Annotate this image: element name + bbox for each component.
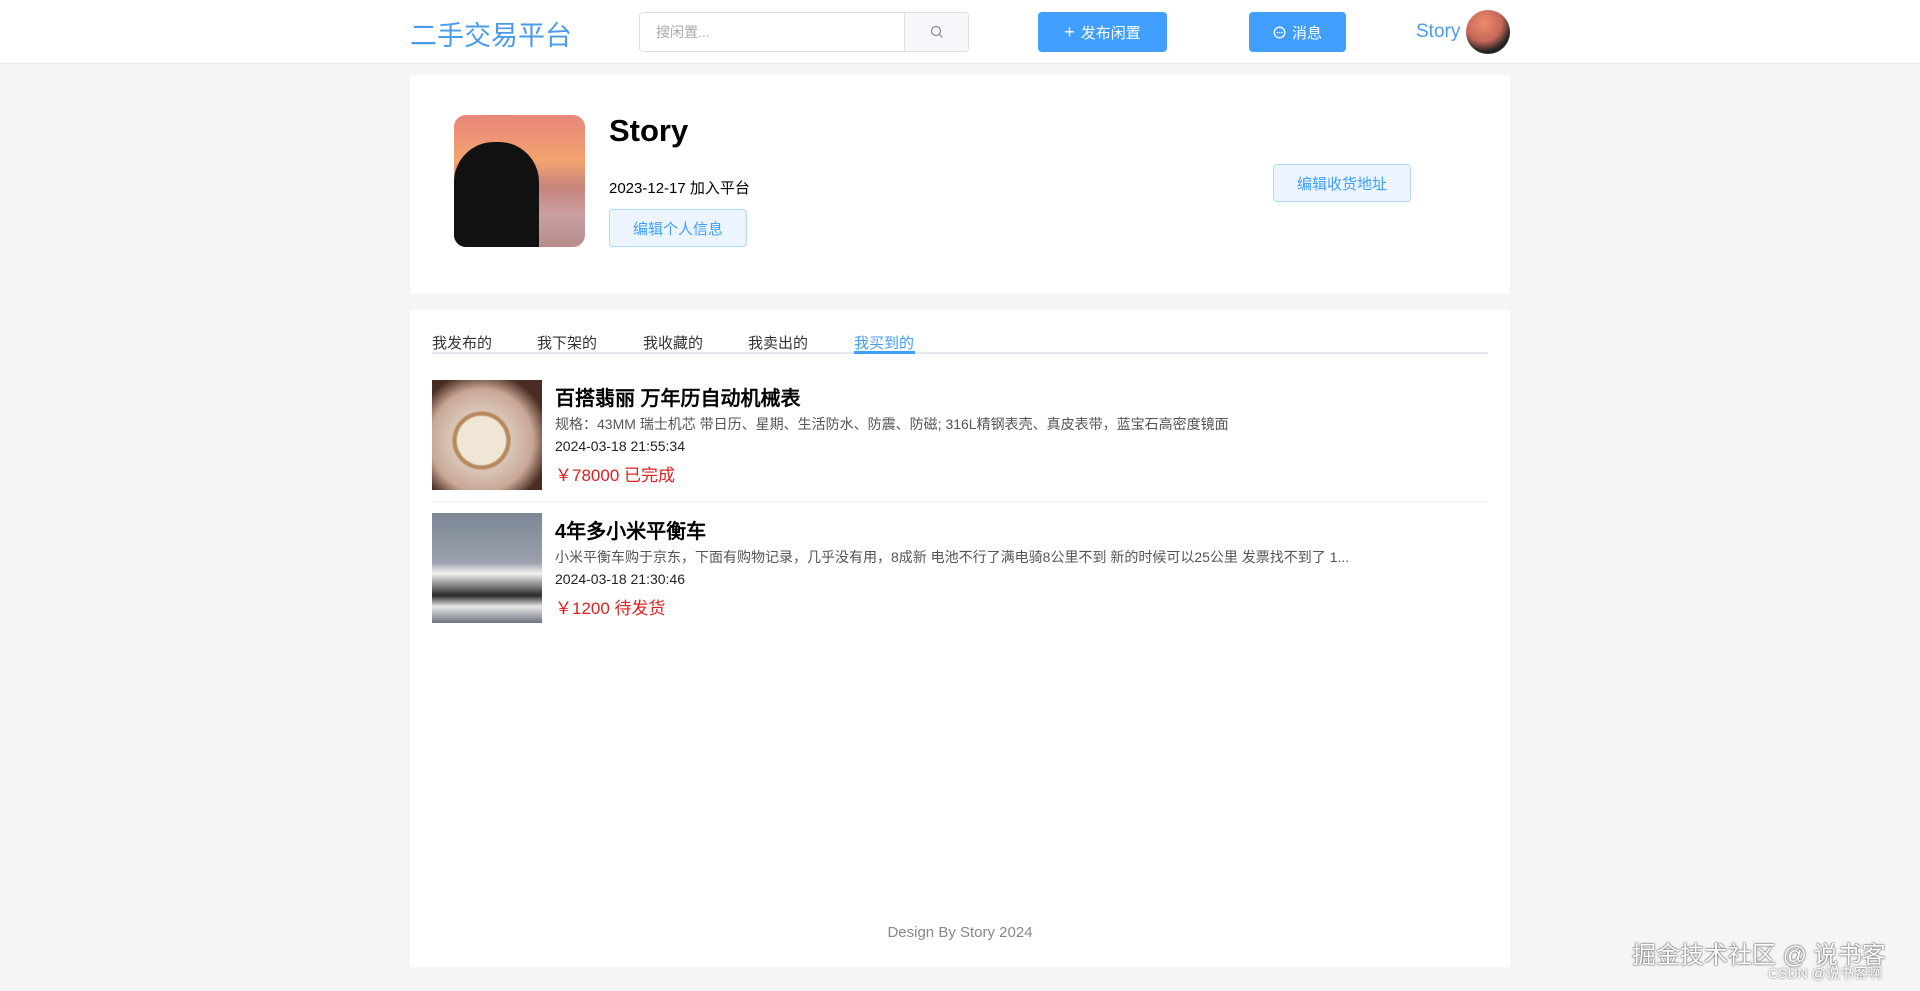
item-title: 百搭翡丽 万年历自动机械表	[555, 382, 801, 411]
item-image	[432, 513, 542, 623]
item-divider	[432, 501, 1488, 502]
publish-label: 发布闲置	[1081, 22, 1141, 43]
publish-button[interactable]: + 发布闲置	[1038, 12, 1167, 52]
tab-removed[interactable]: 我下架的	[537, 332, 597, 353]
profile-card: Story 2023-12-17 加入平台 编辑个人信息 编辑收货地址	[410, 75, 1510, 294]
user-avatar[interactable]	[1466, 10, 1510, 54]
top-header: 二手交易平台 + 发布闲置 消息 Story	[0, 0, 1920, 64]
search-input[interactable]	[640, 13, 904, 51]
join-date: 2023-12-17 加入平台	[609, 177, 750, 198]
item-price-status: ￥1200 待发货	[555, 594, 666, 619]
search-button[interactable]	[904, 13, 968, 51]
search-box	[639, 12, 969, 52]
item-image	[432, 380, 542, 490]
message-button[interactable]: 消息	[1249, 12, 1346, 52]
search-icon	[930, 25, 944, 39]
edit-profile-button[interactable]: 编辑个人信息	[609, 209, 747, 247]
watermark-csdn: CSDN @说书客啊	[1768, 963, 1882, 983]
plus-icon: +	[1064, 22, 1075, 43]
message-label: 消息	[1292, 22, 1322, 43]
tab-favorites[interactable]: 我收藏的	[643, 332, 703, 353]
edit-address-button[interactable]: 编辑收货地址	[1273, 164, 1411, 202]
item-description: 规格：43MM 瑞士机芯 带日历、星期、生活防水、防震、防磁; 316L精钢表壳…	[555, 414, 1465, 434]
site-logo[interactable]: 二手交易平台	[410, 14, 572, 53]
chat-icon	[1273, 26, 1286, 39]
list-item[interactable]: 百搭翡丽 万年历自动机械表 规格：43MM 瑞士机芯 带日历、星期、生活防水、防…	[432, 380, 1488, 490]
item-title: 4年多小米平衡车	[555, 515, 706, 544]
user-name-link[interactable]: Story	[1416, 21, 1460, 43]
tab-bought[interactable]: 我买到的	[854, 332, 914, 353]
item-price-status: ￥78000 已完成	[555, 461, 675, 486]
item-date: 2024-03-18 21:30:46	[555, 571, 685, 587]
tab-sold[interactable]: 我卖出的	[748, 332, 808, 353]
tab-divider	[432, 352, 1488, 354]
profile-name: Story	[609, 113, 688, 149]
tab-published[interactable]: 我发布的	[432, 332, 492, 353]
content-card: 我发布的 我下架的 我收藏的 我卖出的 我买到的 百搭翡丽 万年历自动机械表 规…	[410, 310, 1510, 967]
item-date: 2024-03-18 21:55:34	[555, 438, 685, 454]
footer-text: Design By Story 2024	[410, 924, 1510, 941]
list-item[interactable]: 4年多小米平衡车 小米平衡车购于京东，下面有购物记录，几乎没有用，8成新 电池不…	[432, 513, 1488, 623]
active-tab-indicator	[854, 351, 915, 354]
profile-avatar	[454, 115, 585, 247]
item-description: 小米平衡车购于京东，下面有购物记录，几乎没有用，8成新 电池不行了满电骑8公里不…	[555, 547, 1465, 567]
